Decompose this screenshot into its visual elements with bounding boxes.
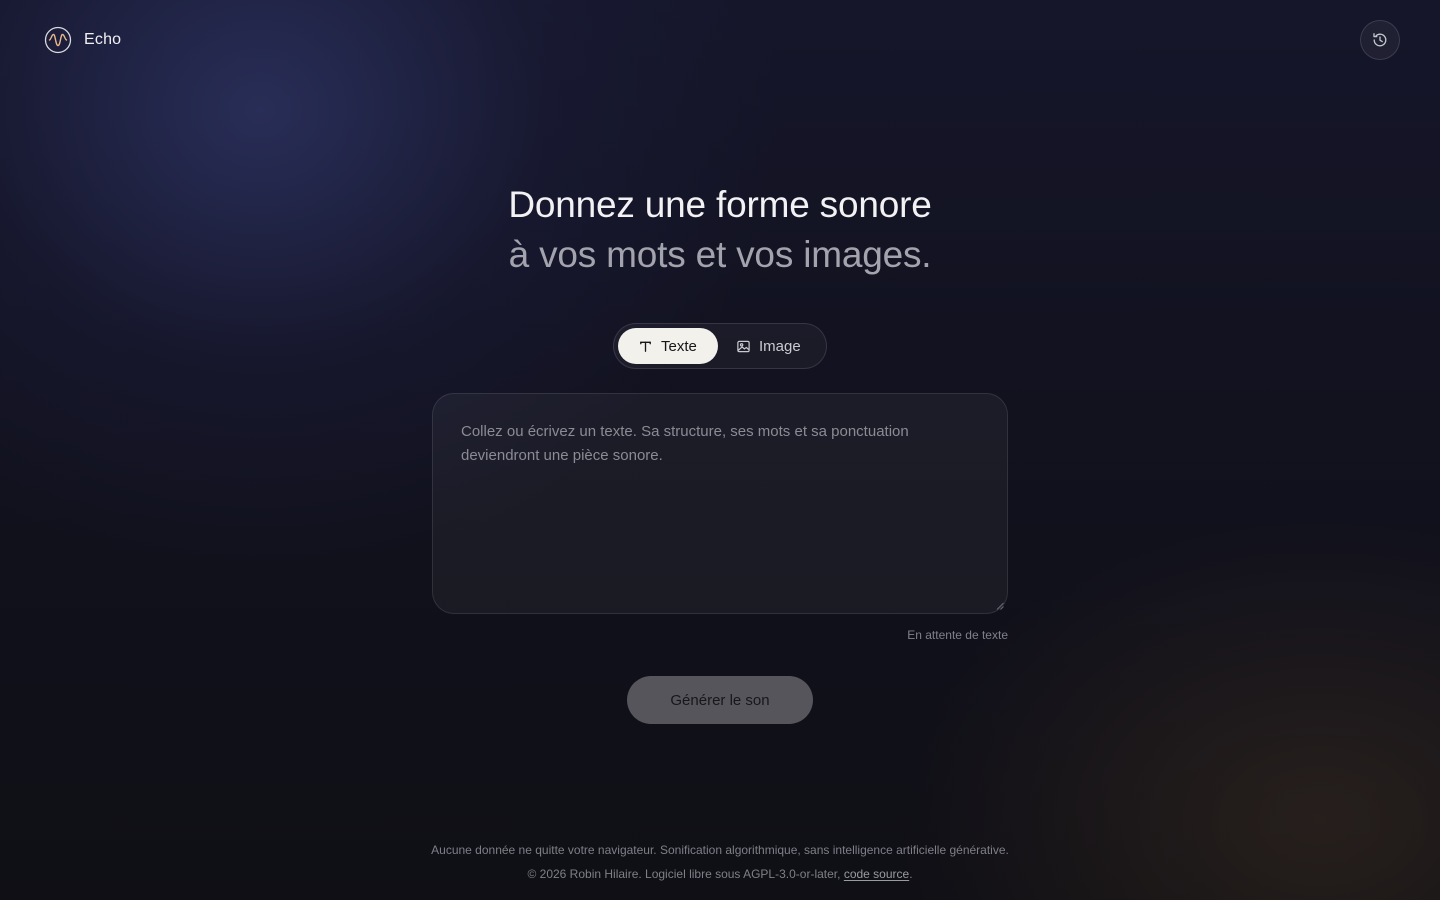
- app-name: Echo: [84, 31, 122, 48]
- source-code-link[interactable]: code source: [844, 867, 909, 881]
- tab-image-label: Image: [759, 337, 801, 355]
- copyright-suffix: .: [909, 867, 913, 881]
- input-status: En attente de texte: [907, 628, 1008, 642]
- waveform-circle-icon: [44, 26, 72, 54]
- brand[interactable]: Echo: [44, 26, 121, 54]
- resize-handle-icon[interactable]: [996, 602, 1004, 610]
- history-button[interactable]: [1360, 20, 1400, 60]
- privacy-note: Aucune donnée ne quitte votre navigateur…: [431, 843, 1009, 857]
- hero-heading: Donnez une forme sonore à vos mots et vo…: [0, 180, 1440, 280]
- text-input[interactable]: Collez ou écrivez un texte. Sa structure…: [432, 393, 1008, 614]
- copyright-line: © 2026 Robin Hilaire. Logiciel libre sou…: [0, 862, 1440, 886]
- text-input-placeholder: Collez ou écrivez un texte. Sa structure…: [461, 423, 909, 464]
- image-icon: [737, 340, 750, 352]
- text-type-icon: [640, 341, 651, 352]
- mode-switch: Texte Image: [613, 323, 827, 369]
- history-icon: [1373, 33, 1387, 47]
- generate-sound-button[interactable]: Générer le son: [627, 676, 813, 724]
- tab-text[interactable]: Texte: [618, 328, 718, 364]
- hero-subtitle: à vos mots et vos images.: [508, 234, 932, 275]
- hero-title: Donnez une forme sonore: [508, 184, 932, 225]
- footer: Aucune donnée ne quitte votre navigateur…: [0, 838, 1440, 886]
- copyright-text: © 2026 Robin Hilaire. Logiciel libre sou…: [527, 867, 844, 881]
- tab-text-label: Texte: [661, 337, 697, 355]
- tab-image[interactable]: Image: [718, 328, 821, 364]
